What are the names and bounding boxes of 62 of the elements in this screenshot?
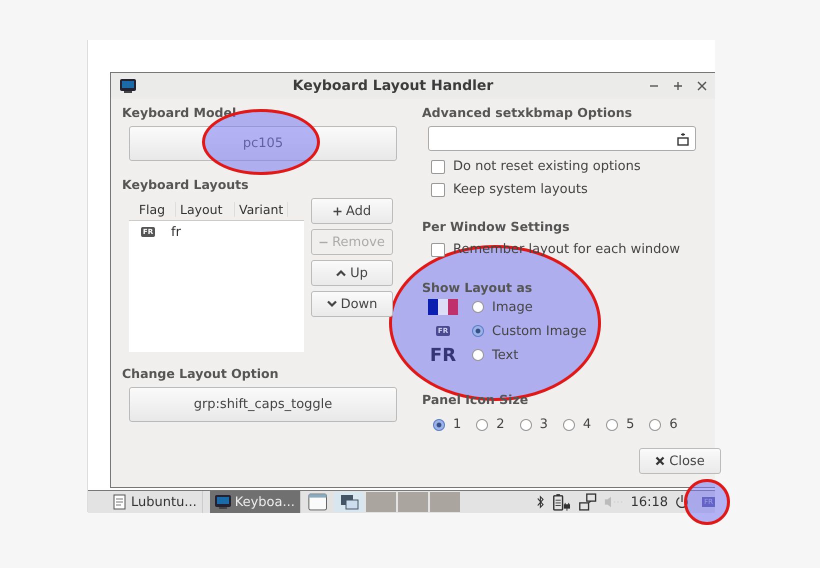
- text-editor-icon: [112, 494, 128, 510]
- bluetooth-icon[interactable]: [536, 494, 545, 510]
- radio-button[interactable]: [472, 325, 484, 337]
- highlight-ellipse: [684, 479, 730, 525]
- radio-button[interactable]: [520, 418, 532, 430]
- radio-button[interactable]: [606, 418, 618, 430]
- window-icon[interactable]: [308, 492, 328, 512]
- taskbar-button[interactable]: Lubuntu...: [88, 491, 203, 513]
- dropdown-icon[interactable]: [677, 132, 689, 146]
- layout-text-preview: FR: [430, 344, 456, 366]
- section-heading: Advanced setxkbmap Options: [422, 105, 634, 120]
- close-icon[interactable]: [697, 81, 707, 91]
- checkbox[interactable]: [431, 182, 445, 196]
- checkbox[interactable]: [431, 242, 445, 256]
- layout-button[interactable]: Add: [311, 198, 393, 224]
- section-heading: Change Layout Option: [122, 366, 280, 381]
- close-icon: [655, 456, 666, 466]
- monitor-icon: [119, 78, 137, 94]
- options-combo-field[interactable]: [428, 126, 696, 151]
- radio-label: Image: [492, 300, 533, 314]
- column-header[interactable]: Layout: [176, 202, 235, 216]
- column-header[interactable]: Variant: [235, 202, 288, 216]
- radio-label: Text: [492, 348, 518, 362]
- layout-button[interactable]: Down: [311, 291, 393, 317]
- checkbox[interactable]: [431, 160, 445, 174]
- network-icon[interactable]: [578, 491, 598, 513]
- radio-button[interactable]: [649, 418, 662, 430]
- taskbar-button[interactable]: Keyboa...: [210, 491, 301, 513]
- layout-option-button[interactable]: grp:shift_caps_toggle: [129, 387, 397, 422]
- section-heading: Per Window Settings: [422, 219, 571, 234]
- radio-label: 6: [669, 417, 678, 432]
- section-heading: Show Layout as: [422, 280, 534, 295]
- workspace-pager[interactable]: [334, 492, 460, 512]
- chevron-up-icon: [336, 269, 346, 277]
- radio-label: 5: [626, 417, 634, 432]
- radio-label: 2: [496, 417, 505, 432]
- radio-button[interactable]: [562, 418, 575, 430]
- radio-button[interactable]: [472, 349, 484, 361]
- radio-button[interactable]: [476, 418, 488, 430]
- radio-label: 1: [453, 417, 462, 432]
- windows-icon: [339, 494, 360, 510]
- section-heading: Keyboard Layouts: [122, 177, 250, 192]
- checkbox-label: Do not reset existing options: [453, 159, 641, 174]
- table-cell-text: fr: [170, 224, 182, 240]
- layout-button[interactable]: Up: [311, 260, 393, 286]
- monitor-icon: [214, 494, 232, 510]
- chevron-down-icon: [326, 300, 337, 308]
- power-icon[interactable]: [675, 493, 690, 511]
- close-button[interactable]: Close: [639, 448, 721, 474]
- window-title: Keyboard Layout Handler: [292, 78, 494, 94]
- battery-icon[interactable]: [552, 491, 571, 513]
- checkbox-label: Keep system layouts: [453, 182, 588, 197]
- flag-icon: [428, 299, 458, 315]
- column-header[interactable]: Flag: [129, 202, 176, 216]
- radio-button[interactable]: [433, 418, 445, 430]
- plus-icon: [332, 206, 342, 216]
- maximize-icon[interactable]: [673, 81, 683, 91]
- radio-label: Custom Image: [492, 324, 587, 338]
- radio-button[interactable]: [472, 301, 484, 313]
- radio-label: 4: [582, 417, 592, 432]
- radio-label: 3: [540, 417, 548, 432]
- clock-text[interactable]: 16:18: [630, 494, 668, 510]
